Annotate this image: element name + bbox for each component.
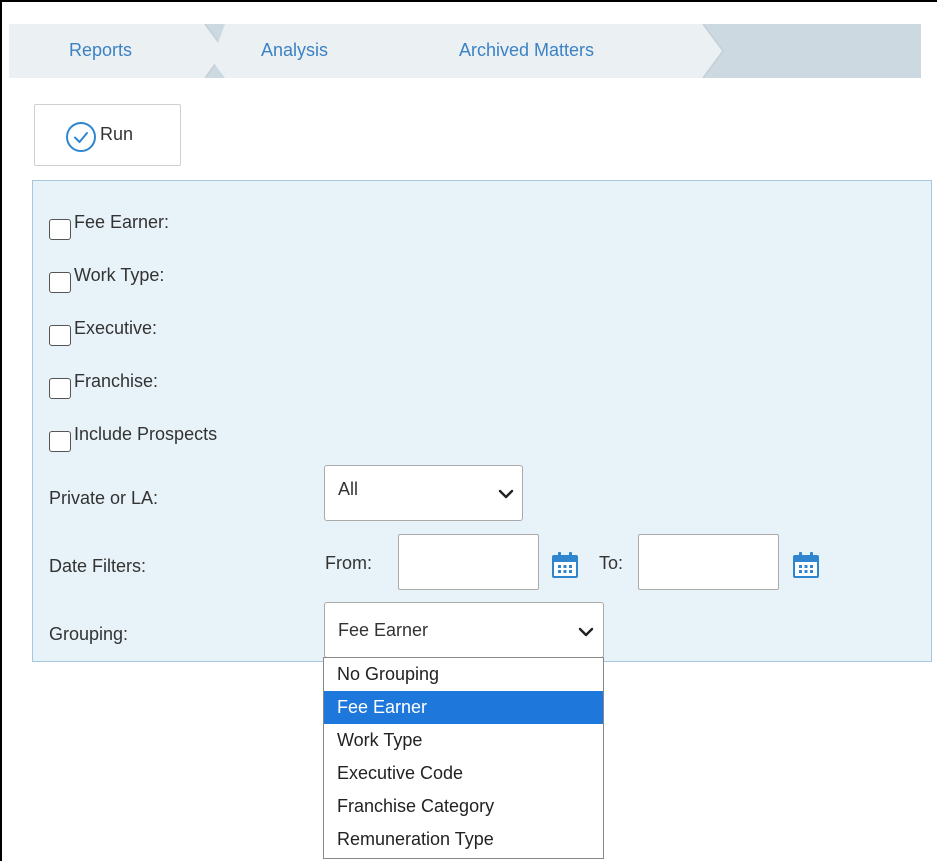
dropdown-option-executive-code[interactable]: Executive Code	[324, 757, 603, 790]
dropdown-option-franchise-category[interactable]: Franchise Category	[324, 790, 603, 823]
checkbox-box[interactable]	[49, 219, 71, 240]
checkbox-box[interactable]	[49, 378, 71, 399]
breadcrumb-label: Archived Matters	[459, 40, 595, 60]
checkbox-label: Work Type:	[74, 265, 165, 285]
private-or-la-select[interactable]: All	[324, 465, 523, 521]
calendar-icon[interactable]	[791, 550, 821, 580]
dropdown-option-work-type[interactable]: Work Type	[324, 724, 603, 757]
breadcrumb: Reports Analysis Archived Matters	[9, 24, 921, 78]
date-to-label: To:	[599, 553, 624, 573]
chevron-down-icon	[498, 489, 514, 499]
dropdown-option-remuneration-type[interactable]: Remuneration Type	[324, 823, 603, 856]
select-value: All	[338, 479, 359, 499]
run-button[interactable]: Run	[34, 104, 181, 166]
checkbox-box[interactable]	[49, 431, 71, 452]
breadcrumb-item-archived-matters[interactable]: Archived Matters	[405, 24, 725, 78]
calendar-icon[interactable]	[550, 550, 580, 580]
select-value: Fee Earner	[338, 620, 429, 640]
checkbox-label: Franchise:	[74, 371, 159, 391]
checkbox-label: Include Prospects	[74, 424, 218, 444]
breadcrumb-item-reports[interactable]: Reports	[9, 24, 227, 78]
grouping-label: Grouping:	[49, 624, 129, 644]
checkbox-box[interactable]	[49, 325, 71, 346]
window-frame-left	[0, 0, 2, 861]
date-to-input[interactable]	[638, 534, 779, 590]
breadcrumb-label: Reports	[69, 40, 133, 60]
date-from-input[interactable]	[398, 534, 539, 590]
private-or-la-label: Private or LA:	[49, 488, 159, 508]
breadcrumb-label: Analysis	[261, 40, 329, 60]
date-from-label: From:	[325, 553, 372, 573]
breadcrumb-item-analysis[interactable]: Analysis	[205, 24, 427, 78]
chevron-down-icon	[578, 627, 594, 637]
checkbox-label: Fee Earner:	[74, 212, 170, 232]
window-frame-top	[0, 0, 937, 2]
dropdown-option-no-grouping[interactable]: No Grouping	[324, 658, 603, 691]
date-filters-label: Date Filters:	[49, 556, 147, 576]
grouping-dropdown-list: No Grouping Fee Earner Work Type Executi…	[323, 657, 604, 859]
checkbox-box[interactable]	[49, 272, 71, 293]
dropdown-option-fee-earner[interactable]: Fee Earner	[324, 691, 603, 724]
run-button-label: Run	[100, 124, 134, 144]
grouping-select[interactable]: Fee Earner	[324, 602, 604, 658]
checkbox-label: Executive:	[74, 318, 158, 338]
check-circle-icon	[66, 122, 96, 152]
